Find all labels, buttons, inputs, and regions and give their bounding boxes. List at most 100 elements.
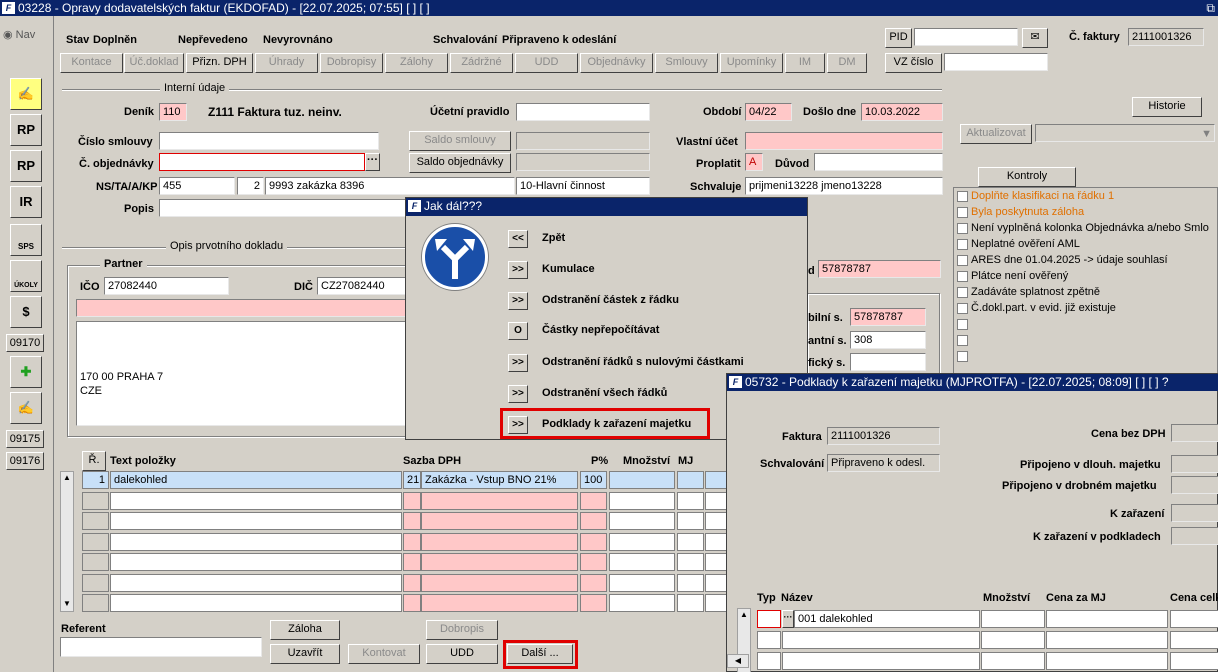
tab-dobropisy[interactable]: Dobropisy — [320, 53, 383, 73]
table-cell[interactable] — [110, 553, 402, 571]
dialog-option-button[interactable]: O — [508, 322, 528, 340]
table-cell[interactable] — [403, 594, 421, 612]
tab-udd[interactable]: UDD — [515, 53, 578, 73]
tab-ucdoklad[interactable]: Úč.doklad — [124, 53, 184, 73]
table-cell[interactable] — [1170, 631, 1218, 649]
aktualizovat-select[interactable]: ▼ — [1035, 124, 1215, 142]
items-scrollbar[interactable]: ▲ ▼ — [60, 471, 74, 612]
historie-button[interactable]: Historie — [1132, 97, 1202, 117]
btn-09176[interactable]: 09176 — [6, 452, 44, 470]
tab-zadrzne[interactable]: Zádržné — [450, 53, 513, 73]
denik-field[interactable]: 110 — [159, 103, 187, 121]
kontrola-checkbox-2[interactable] — [957, 207, 968, 218]
table-cell[interactable] — [421, 573, 578, 592]
table-cell[interactable] — [580, 491, 607, 510]
table-cell[interactable] — [757, 631, 781, 649]
row-sazba-text[interactable]: Zakázka - Vstup BNO 21% — [421, 471, 578, 489]
table-cell[interactable] — [677, 573, 704, 592]
kontrola-checkbox-4[interactable] — [957, 239, 968, 250]
dobropis-button[interactable]: Dobropis — [426, 620, 498, 640]
table-cell[interactable] — [705, 512, 727, 530]
table-cell[interactable] — [403, 573, 421, 592]
udd-button[interactable]: UDD — [426, 644, 498, 664]
rp-cz-button[interactable]: RP — [10, 114, 42, 146]
tab-zalohy[interactable]: Zálohy — [385, 53, 448, 73]
vlastni-ucet-field[interactable] — [745, 132, 943, 150]
uzavrit-button[interactable]: Uzavřít — [270, 644, 340, 664]
table-cell[interactable] — [705, 553, 727, 571]
row-text[interactable]: dalekohled — [110, 471, 402, 489]
sub-row-cena-mj[interactable] — [1046, 610, 1168, 628]
objednavky-lookup-button[interactable]: ··· — [365, 153, 380, 171]
table-cell[interactable] — [705, 491, 727, 510]
tab-objednavky[interactable]: Objednávky — [580, 53, 653, 73]
table-cell[interactable] — [110, 512, 402, 530]
table-cell[interactable] — [609, 553, 675, 571]
variabilni-symbol-field[interactable]: 57878787 — [850, 308, 926, 326]
kontrola-checkbox-9[interactable] — [957, 319, 968, 330]
kontrola-checkbox-11[interactable] — [957, 351, 968, 362]
dialog-titlebar[interactable]: F Jak dál??? — [406, 198, 807, 216]
kontrola-checkbox-7[interactable] — [957, 287, 968, 298]
table-cell[interactable] — [403, 491, 421, 510]
proplatit-field[interactable]: A — [745, 153, 763, 171]
a-input[interactable]: 9993 zakázka 8396 — [265, 177, 515, 195]
kontrola-checkbox-5[interactable] — [957, 255, 968, 266]
table-cell[interactable] — [609, 573, 675, 592]
partner-address-field[interactable]: 170 00 PRAHA 7 CZE — [76, 321, 409, 426]
dialog-option-3[interactable]: >> Odstranění částek z řádku — [508, 292, 768, 312]
table-cell[interactable] — [580, 594, 607, 612]
kontroly-tab[interactable]: Kontroly — [978, 167, 1076, 187]
table-cell[interactable] — [677, 512, 704, 530]
kontovat-button[interactable]: Kontovat — [348, 644, 420, 664]
table-cell[interactable] — [981, 652, 1045, 670]
sub-row-mnozstvi[interactable] — [981, 610, 1045, 628]
table-cell[interactable] — [757, 652, 781, 670]
tab-im[interactable]: IM — [785, 53, 825, 73]
kontrola-checkbox-3[interactable] — [957, 223, 968, 234]
table-cell[interactable] — [580, 532, 607, 551]
saldo-smlouvy-button[interactable]: Saldo smlouvy — [409, 131, 511, 151]
ucetni-pravidlo-input[interactable] — [516, 103, 650, 121]
tab-uhrady[interactable]: Úhrady — [255, 53, 318, 73]
table-cell[interactable] — [421, 512, 578, 530]
table-cell[interactable] — [421, 491, 578, 510]
vz-cislo-button[interactable]: VZ číslo — [885, 53, 942, 73]
table-cell[interactable] — [580, 553, 607, 571]
table-cell[interactable] — [421, 553, 578, 571]
dic-input[interactable]: CZ27082440 — [317, 277, 409, 295]
scroll-down-icon[interactable]: ▼ — [61, 598, 73, 611]
pid-action-button[interactable]: ✉ — [1022, 28, 1048, 48]
add-doc-button[interactable]: ✚ — [10, 356, 42, 388]
zaloha-button[interactable]: Záloha — [270, 620, 340, 640]
kontrola-checkbox-6[interactable] — [957, 271, 968, 282]
table-cell[interactable] — [82, 512, 109, 530]
table-cell[interactable] — [110, 594, 402, 612]
ukoly-button[interactable]: ÚKOLY — [10, 260, 42, 292]
scroll-left-icon[interactable]: ◀ — [727, 654, 749, 668]
row-extra[interactable] — [705, 471, 727, 489]
table-cell[interactable] — [782, 652, 980, 670]
restore-icon[interactable]: ⧉ — [1206, 0, 1215, 16]
table-cell[interactable] — [1046, 652, 1168, 670]
table-cell[interactable] — [580, 573, 607, 592]
table-cell[interactable] — [609, 594, 675, 612]
dialog-option-button[interactable]: >> — [508, 354, 528, 372]
popis-input[interactable] — [159, 199, 409, 217]
ns-input[interactable]: 455 — [159, 177, 235, 195]
table-cell[interactable] — [110, 532, 402, 551]
ir-cz-button[interactable]: IR — [10, 186, 42, 218]
sub-row-typ[interactable] — [757, 610, 781, 628]
aktualizovat-button[interactable]: Aktualizovat — [960, 124, 1032, 144]
table-cell[interactable] — [677, 594, 704, 612]
ta-input[interactable]: 2 — [237, 177, 264, 195]
tab-smlouvy[interactable]: Smlouvy — [655, 53, 718, 73]
btn-09170[interactable]: 09170 — [6, 334, 44, 352]
tab-prizn-dph[interactable]: Přizn. DPH — [186, 53, 253, 73]
nav-toggle[interactable]: ◉ Nav — [3, 28, 35, 41]
tab-dm[interactable]: DM — [827, 53, 867, 73]
table-cell[interactable] — [82, 573, 109, 592]
sub-row-nazev[interactable]: 001 dalekohled — [794, 610, 980, 628]
konstantni-symbol-field[interactable]: 308 — [850, 331, 926, 349]
cislo-smlouvy-input[interactable] — [159, 132, 379, 150]
